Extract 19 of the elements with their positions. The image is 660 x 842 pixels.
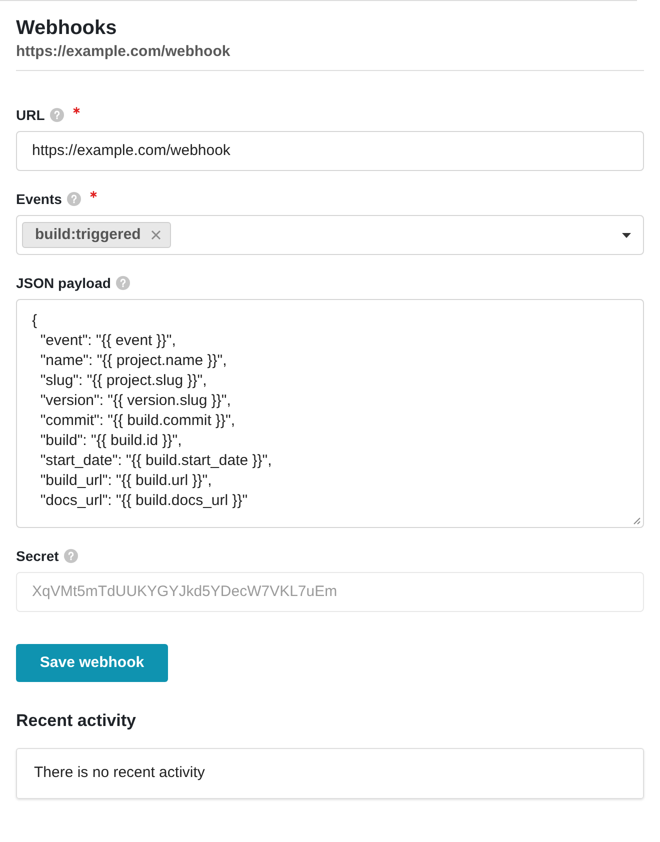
empty-state-message: There is no recent activity bbox=[34, 763, 205, 784]
input-field[interactable]: https://example.com/webhook bbox=[16, 131, 644, 171]
help-icon[interactable] bbox=[50, 108, 64, 122]
help-icon[interactable] bbox=[66, 192, 81, 206]
help-icon[interactable] bbox=[64, 549, 78, 563]
help-icon[interactable] bbox=[116, 276, 130, 290]
field-label: URL bbox=[16, 106, 45, 124]
webhook-url-subtitle: https://example.com/webhook bbox=[16, 42, 232, 62]
page-title: Webhooks bbox=[16, 16, 118, 40]
field-label: Secret bbox=[16, 546, 59, 566]
dropdown-caret-icon[interactable] bbox=[622, 232, 631, 238]
field-label: JSON payload bbox=[16, 274, 111, 293]
events-select[interactable]: build:triggered bbox=[16, 215, 644, 255]
event-tag-label: build:triggered bbox=[35, 224, 141, 245]
remove-icon[interactable] bbox=[150, 230, 161, 240]
section-heading: Recent activity bbox=[16, 710, 137, 732]
resize-handle-icon[interactable] bbox=[633, 517, 641, 525]
field-label: Events bbox=[16, 190, 62, 208]
save-button[interactable]: Save webhook bbox=[16, 644, 168, 682]
